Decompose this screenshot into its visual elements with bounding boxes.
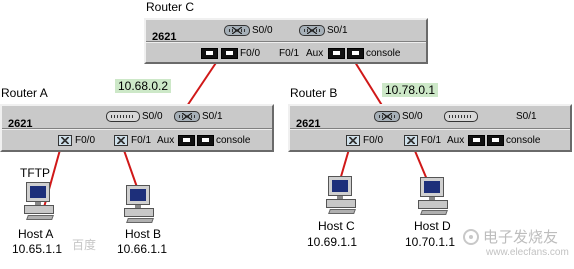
router-c-f00-label: F0/0 [240,48,261,59]
host-b-ip: 10.66.1.1 [117,242,168,256]
router-a-f00-port[interactable] [58,135,72,146]
host-a-computer-icon[interactable] [24,182,56,226]
watermark-site: 电子发烧友 [483,229,559,246]
router-b-aux-label: Aux [447,135,465,146]
host-b-computer-icon[interactable] [124,185,156,229]
link-ac-ip: 10.68.0.2 [115,79,172,93]
router-c-s00-label: S0/0 [252,25,273,36]
host-b-name: Host B [125,227,162,241]
router-b-f01-port[interactable] [404,135,418,146]
host-d-computer-icon[interactable] [418,177,450,221]
router-a-f01-label: F0/1 [131,135,152,146]
host-a-tag: TFTP [20,166,50,180]
router-c-console-port[interactable] [347,48,364,59]
router-c-s01-port[interactable] [299,25,325,36]
router-c[interactable]: 2621 S0/0 S0/1 F0/0 F0/1 Aux console [144,18,428,64]
router-a-aux-port[interactable] [178,135,195,146]
router-c-f01-label: F0/1 [279,48,300,59]
watermark-logo-icon [463,229,479,245]
watermark-url: www.elecfans.com [486,247,569,258]
router-c-console-label: console [366,48,401,59]
router-b-aux-port[interactable] [468,135,485,146]
router-b-f00-port[interactable] [346,135,360,146]
router-b-model: 2621 [296,118,321,130]
router-b-f00-label: F0/0 [363,135,384,146]
router-a[interactable]: 2621 S0/0 S0/1 F0/0 F0/1 Aux console [0,104,274,152]
router-a-console-port[interactable] [197,135,214,146]
router-a-s00-port[interactable] [106,111,140,122]
router-a-f00-label: F0/0 [75,135,96,146]
router-b[interactable]: 2621 S0/0 S0/1 F0/0 F0/1 Aux console [288,104,572,152]
network-diagram: Router C 2621 S0/0 S0/1 F0/0 F0/1 Aux co… [0,0,574,269]
router-c-rj2-port[interactable] [221,48,238,59]
host-a-ip: 10.65.1.1 [12,242,63,256]
router-b-s00-label: S0/0 [402,111,423,122]
router-a-f01-port[interactable] [114,135,128,146]
host-a-name: Host A [18,227,54,241]
router-c-s00-port[interactable] [224,25,250,36]
router-b-f01-label: F0/1 [421,135,442,146]
router-a-model: 2621 [8,118,33,130]
router-c-aux-label: Aux [306,48,324,59]
router-c-rj1-port[interactable] [201,48,218,59]
router-b-label: Router B [290,86,338,100]
router-c-model: 2621 [152,31,177,43]
host-d-ip: 10.70.1.1 [405,235,456,249]
router-c-aux-port[interactable] [328,48,345,59]
host-d-name: Host D [414,219,451,233]
router-b-s01-label: S0/1 [516,111,537,122]
router-a-console-label: console [216,135,251,146]
router-a-s01-port[interactable] [174,111,200,122]
host-c-computer-icon[interactable] [326,176,358,220]
router-a-aux-label: Aux [157,135,175,146]
router-b-s01-port[interactable] [444,111,478,122]
router-c-s01-label: S0/1 [327,25,348,36]
router-b-console-label: console [506,135,541,146]
router-a-s01-label: S0/1 [202,111,223,122]
link-bc-ip: 10.78.0.1 [382,83,439,97]
router-b-console-port[interactable] [487,135,504,146]
router-b-s00-port[interactable] [374,111,400,122]
router-a-s00-label: S0/0 [142,111,163,122]
host-c-ip: 10.69.1.1 [307,235,358,249]
router-c-label: Router C [146,0,195,14]
watermark-brand: 百度 [72,238,97,252]
router-a-label: Router A [1,86,48,100]
host-c-name: Host C [318,219,355,233]
